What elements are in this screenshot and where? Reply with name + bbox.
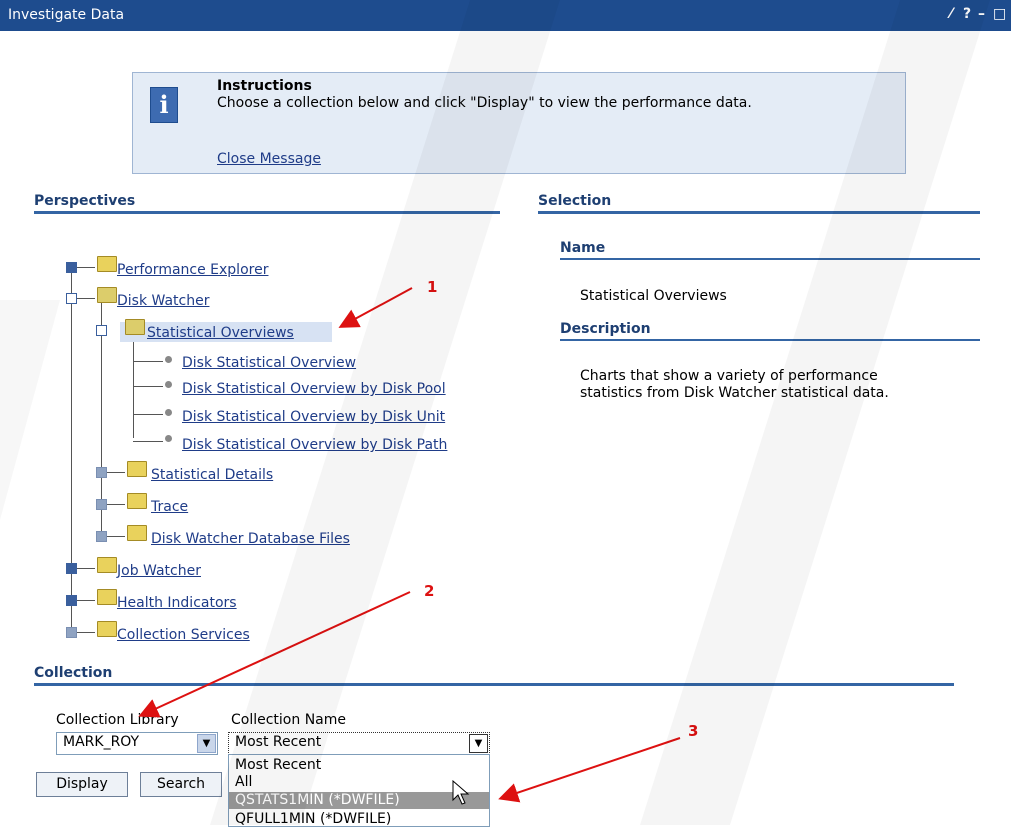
callout-label-3: 3 bbox=[688, 722, 699, 740]
callout-arrow-1 bbox=[338, 287, 413, 328]
callout-label-1: 1 bbox=[427, 278, 438, 296]
callout-arrows bbox=[138, 287, 681, 803]
callout-arrow-2 bbox=[138, 591, 411, 718]
callout-label-2: 2 bbox=[424, 582, 435, 600]
callout-arrow-3 bbox=[498, 737, 681, 803]
